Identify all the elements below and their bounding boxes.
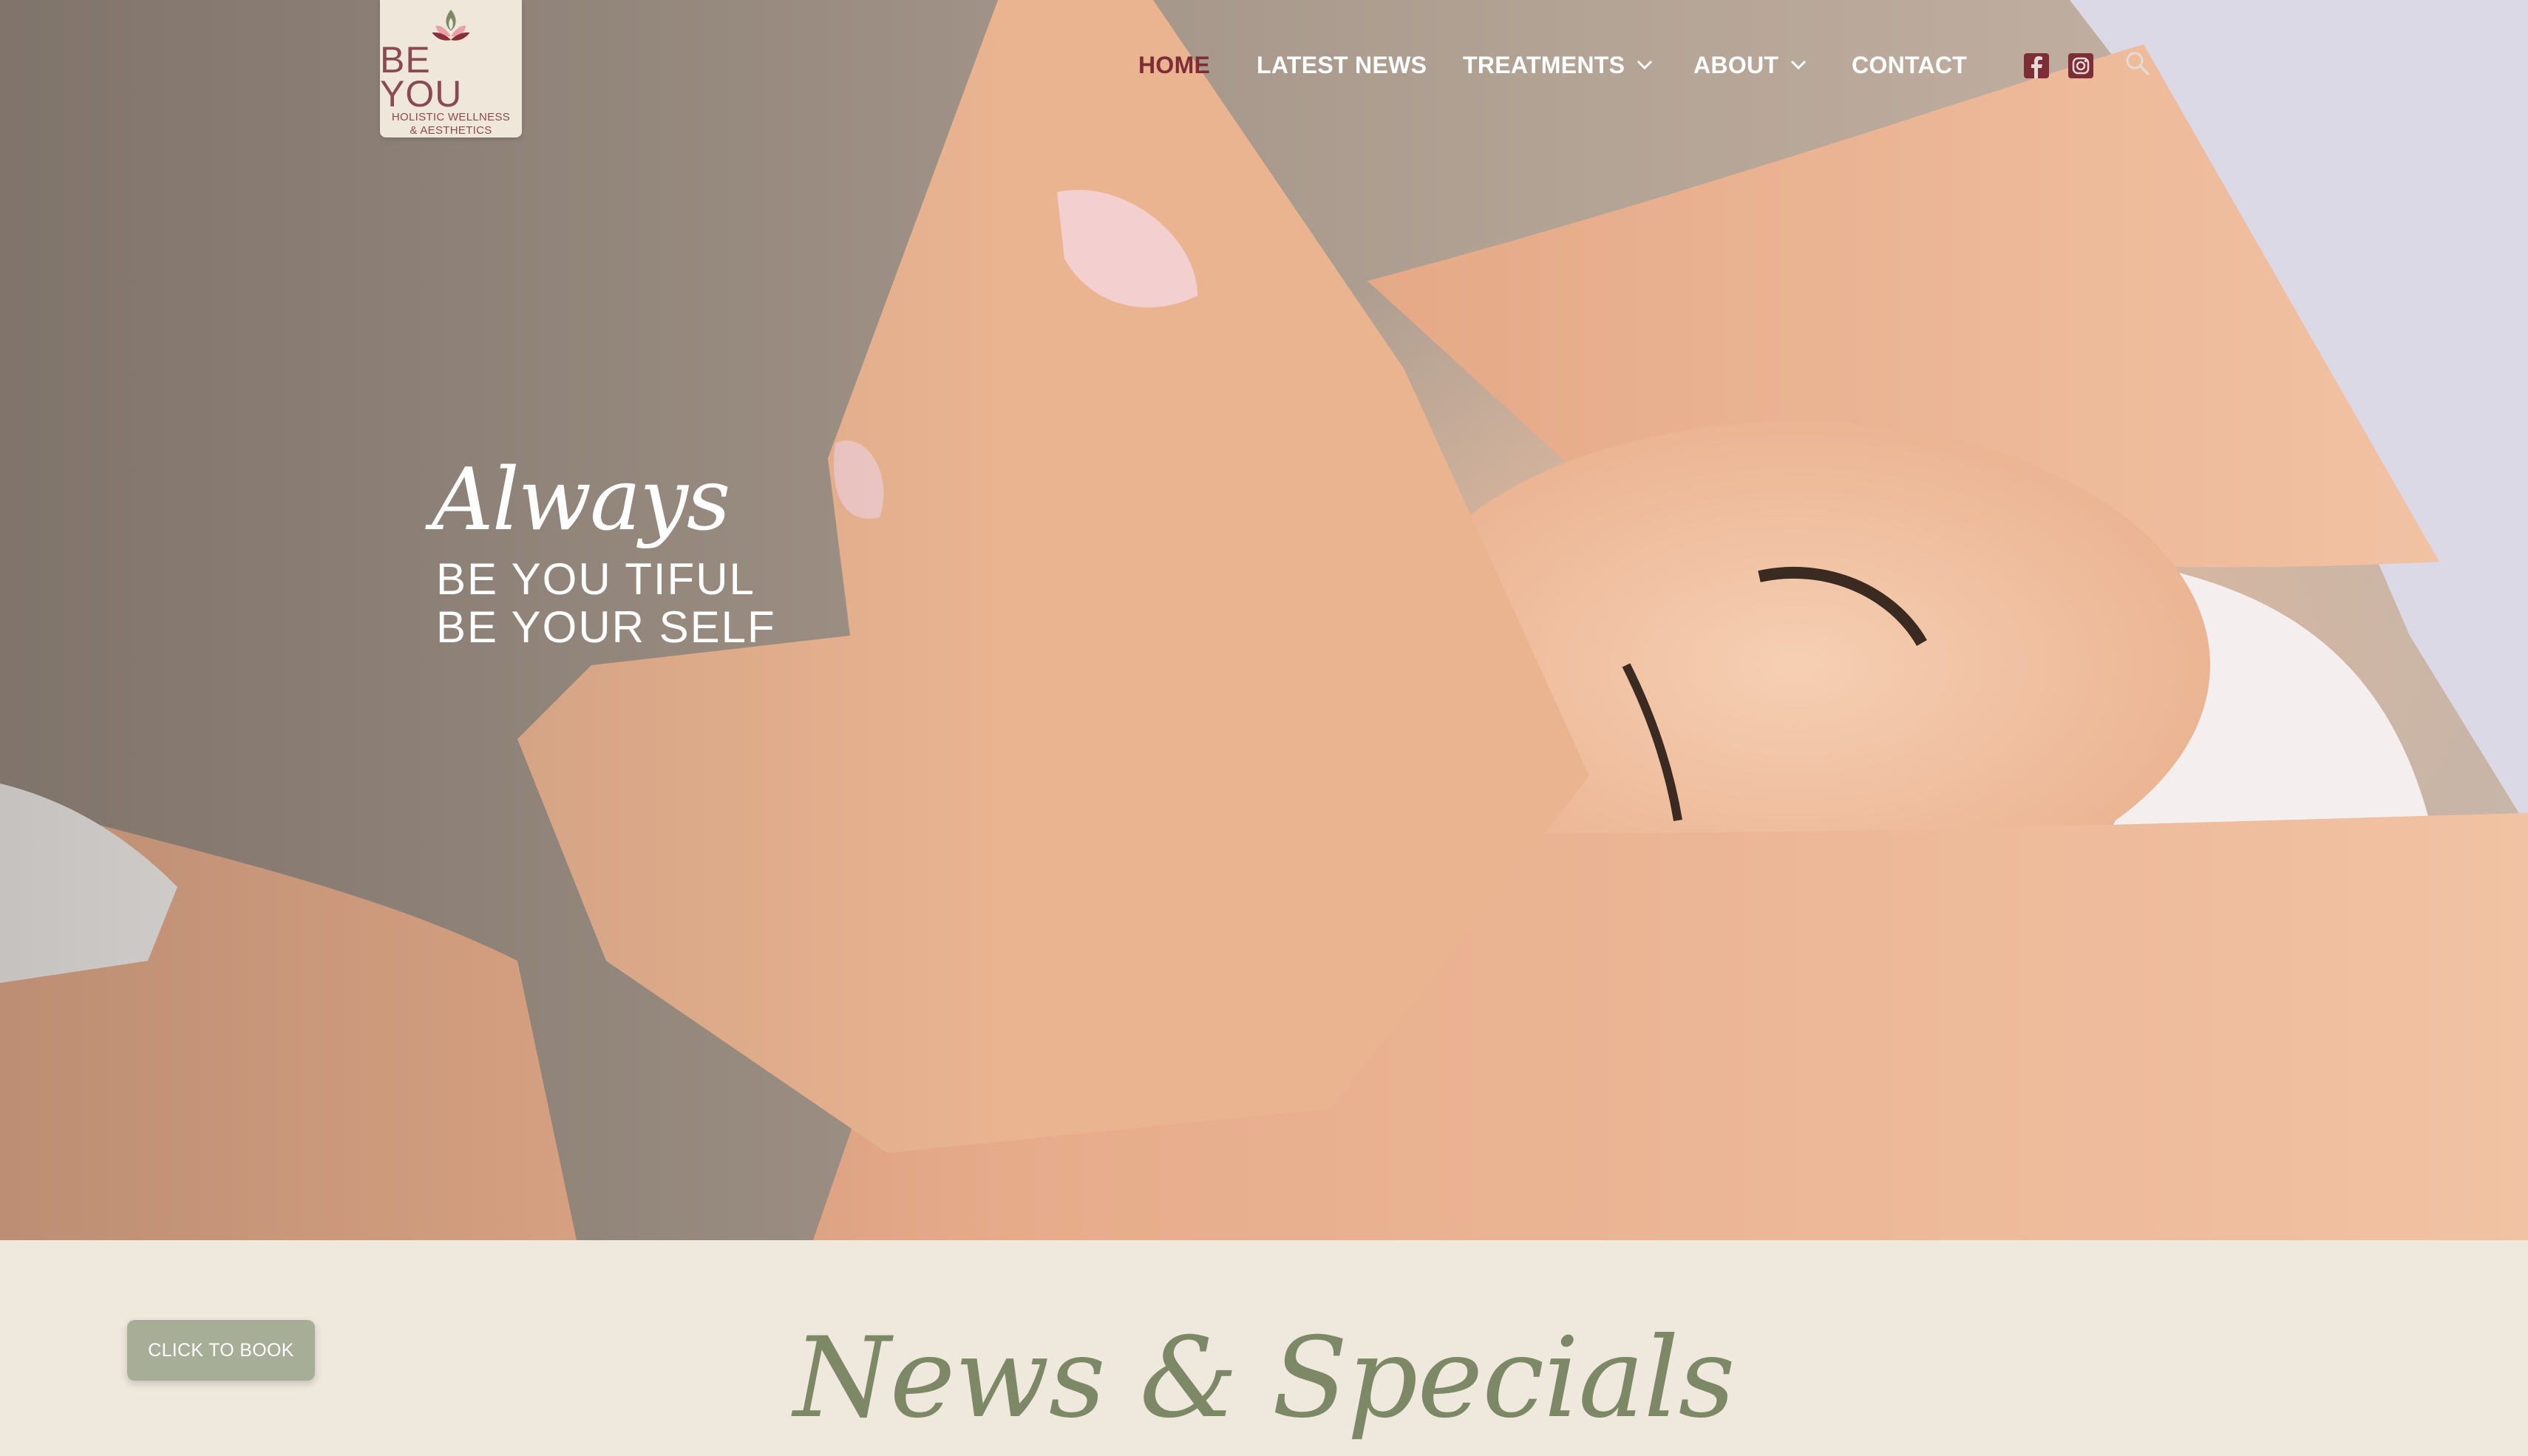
- nav-item-treatments[interactable]: TREATMENTS: [1463, 46, 1653, 84]
- site-logo[interactable]: BE YOU HOLISTIC WELLNESS & AESTHETICS: [380, 0, 522, 137]
- click-to-book-button[interactable]: CLICK TO BOOK: [127, 1320, 315, 1381]
- hero-tagline-2: BE YOUR SELF: [436, 602, 776, 652]
- logo-wordmark: BE YOU: [380, 39, 463, 115]
- nav-item-latest-news[interactable]: LATEST NEWS: [1257, 46, 1427, 84]
- hero-image: [0, 0, 2528, 1240]
- nav-item-about[interactable]: ABOUT: [1693, 46, 1807, 84]
- chevron-down-icon: [1791, 60, 1807, 70]
- facebook-icon[interactable]: [2024, 53, 2049, 78]
- hero-script-heading: Always: [432, 450, 730, 550]
- nav-item-label: TREATMENTS: [1463, 51, 1625, 78]
- chevron-down-icon: [1637, 60, 1653, 70]
- nav-item-label: LATEST NEWS: [1257, 51, 1427, 78]
- logo-tagline-1: HOLISTIC WELLNESS: [391, 111, 511, 123]
- search-icon[interactable]: [2124, 50, 2151, 77]
- nav-item-home[interactable]: HOME: [1138, 46, 1210, 84]
- news-section-title: News & Specials: [793, 1314, 1735, 1443]
- hero-banner: [0, 0, 2528, 1240]
- logo-tagline-2: & AESTHETICS: [410, 124, 492, 137]
- instagram-icon[interactable]: [2068, 53, 2093, 78]
- hero-tagline-1: BE YOU TIFUL: [436, 554, 755, 604]
- nav-item-label: CONTACT: [1852, 51, 1968, 78]
- nav-item-contact[interactable]: CONTACT: [1852, 46, 1967, 84]
- nav-item-label: ABOUT: [1693, 51, 1779, 78]
- nav-item-label: HOME: [1138, 51, 1211, 78]
